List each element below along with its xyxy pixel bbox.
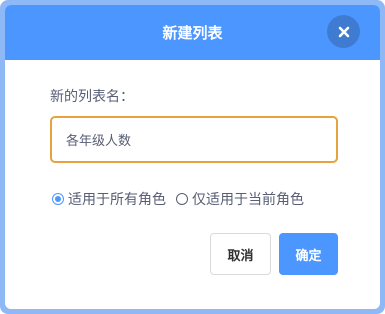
dialog-header: 新建列表 xyxy=(5,5,380,60)
new-list-dialog: 新建列表 新的列表名： 适用于所有角色 仅适用于当前角色 取消 确定 xyxy=(5,5,380,309)
radio-all-roles-indicator[interactable] xyxy=(52,193,64,205)
radio-current-role-label: 仅适用于当前角色 xyxy=(192,192,304,208)
list-name-input[interactable] xyxy=(50,116,338,163)
dialog-frame: 新建列表 新的列表名： 适用于所有角色 仅适用于当前角色 取消 确定 xyxy=(0,0,385,314)
close-button[interactable] xyxy=(327,15,360,48)
radio-current-role-indicator[interactable] xyxy=(176,193,188,205)
confirm-button[interactable]: 确定 xyxy=(279,233,338,275)
scope-radio-group: 适用于所有角色 仅适用于当前角色 xyxy=(52,189,304,209)
radio-current-role[interactable]: 仅适用于当前角色 xyxy=(176,189,304,209)
cancel-button[interactable]: 取消 xyxy=(210,233,271,275)
dialog-title: 新建列表 xyxy=(162,24,223,42)
close-icon xyxy=(338,26,349,37)
radio-all-roles[interactable]: 适用于所有角色 xyxy=(52,189,166,209)
list-name-label: 新的列表名： xyxy=(50,89,134,105)
radio-all-roles-label: 适用于所有角色 xyxy=(68,192,166,208)
